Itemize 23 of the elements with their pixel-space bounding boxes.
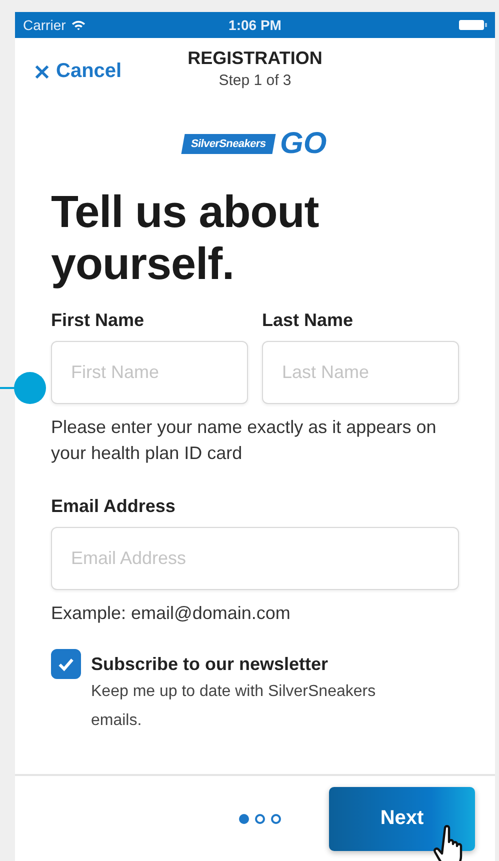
page-title: REGISTRATION [186,48,324,69]
field-label: First Name [51,310,146,331]
input-field[interactable]: First Name [51,341,248,404]
brand-logo: SilverSneakers [182,134,276,154]
field-label: Email Address [51,496,176,517]
carrier-label: Carrier [23,17,66,33]
checkbox-label: Subscribe to our newsletter [91,654,330,675]
field-label: Last Name [262,310,354,331]
battery-icon [459,19,488,31]
page-heading: Tell us about yourself. [51,186,320,290]
step-indicator: Step 1 of 3 [218,72,292,89]
help-text: Example: email@domain.com [51,602,292,625]
close-icon [34,64,50,80]
checkbox[interactable] [51,649,81,679]
checkbox-description: Keep me up to date with SilverSneakers emails. [91,682,377,731]
help-text: Please enter your name exactly as it appears on your health plan ID card [51,416,438,465]
input-field[interactable]: Email Address [51,527,459,590]
input-field[interactable]: Last Name [262,341,459,404]
status-time: 1:06 PM [228,17,282,33]
logo-mark: GO [280,127,327,161]
cancel-button[interactable]: Cancel [34,60,122,83]
next-button[interactable]: Next [329,786,475,850]
wifi-icon [70,19,86,31]
